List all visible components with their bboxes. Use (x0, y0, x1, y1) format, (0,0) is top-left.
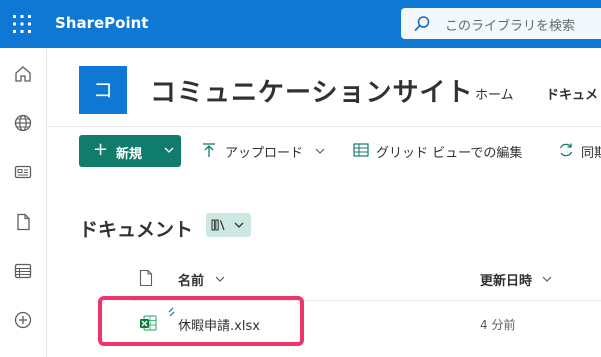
chevron-down-icon (164, 147, 174, 153)
chevron-down-icon[interactable] (541, 273, 553, 285)
sync-icon (559, 143, 573, 157)
document-icon[interactable] (12, 211, 34, 233)
app-launcher-icon[interactable] (11, 13, 33, 35)
column-header-modified[interactable]: 更新日時 (480, 270, 532, 289)
file-type-icon (139, 269, 153, 287)
highlight-box (98, 296, 304, 346)
upload-icon (203, 143, 215, 157)
library-view-icon (211, 219, 225, 231)
search-placeholder: このライブラリを検索 (445, 19, 576, 34)
view-switcher[interactable] (206, 213, 251, 237)
library-title: ドキュメント (79, 219, 194, 241)
left-rail (0, 48, 47, 357)
plus-icon: + (93, 139, 109, 160)
suite-bar: SharePoint このライブラリを検索 (0, 0, 601, 48)
nav-home-link[interactable]: ホーム (475, 84, 514, 103)
file-modified: 4 分前 (480, 318, 516, 332)
site-title[interactable]: コミュニケーションサイト (150, 72, 473, 109)
lists-icon[interactable] (12, 260, 34, 282)
upload-button[interactable]: アップロード (225, 142, 303, 161)
news-icon[interactable] (12, 161, 34, 183)
globe-icon[interactable] (12, 112, 34, 134)
grid-icon (353, 143, 369, 157)
chevron-down-icon (234, 222, 244, 228)
site-logo[interactable]: コ (79, 66, 127, 114)
divider (47, 126, 601, 127)
sync-button[interactable]: 同期 (581, 142, 601, 161)
grid-edit-button[interactable]: グリッド ビューでの編集 (376, 142, 522, 161)
new-button[interactable]: + 新規 (79, 135, 181, 167)
chevron-down-icon[interactable] (214, 273, 226, 285)
search-icon (414, 16, 430, 32)
nav-documents-link[interactable]: ドキュメ (546, 84, 598, 103)
add-circle-icon[interactable] (12, 309, 34, 331)
column-header-name[interactable]: 名前 (178, 270, 204, 289)
chevron-down-icon[interactable] (314, 145, 326, 157)
brand-name[interactable]: SharePoint (55, 14, 148, 32)
new-button-label: 新規 (116, 147, 143, 162)
home-icon[interactable] (12, 63, 34, 85)
search-box[interactable]: このライブラリを検索 (401, 8, 601, 39)
